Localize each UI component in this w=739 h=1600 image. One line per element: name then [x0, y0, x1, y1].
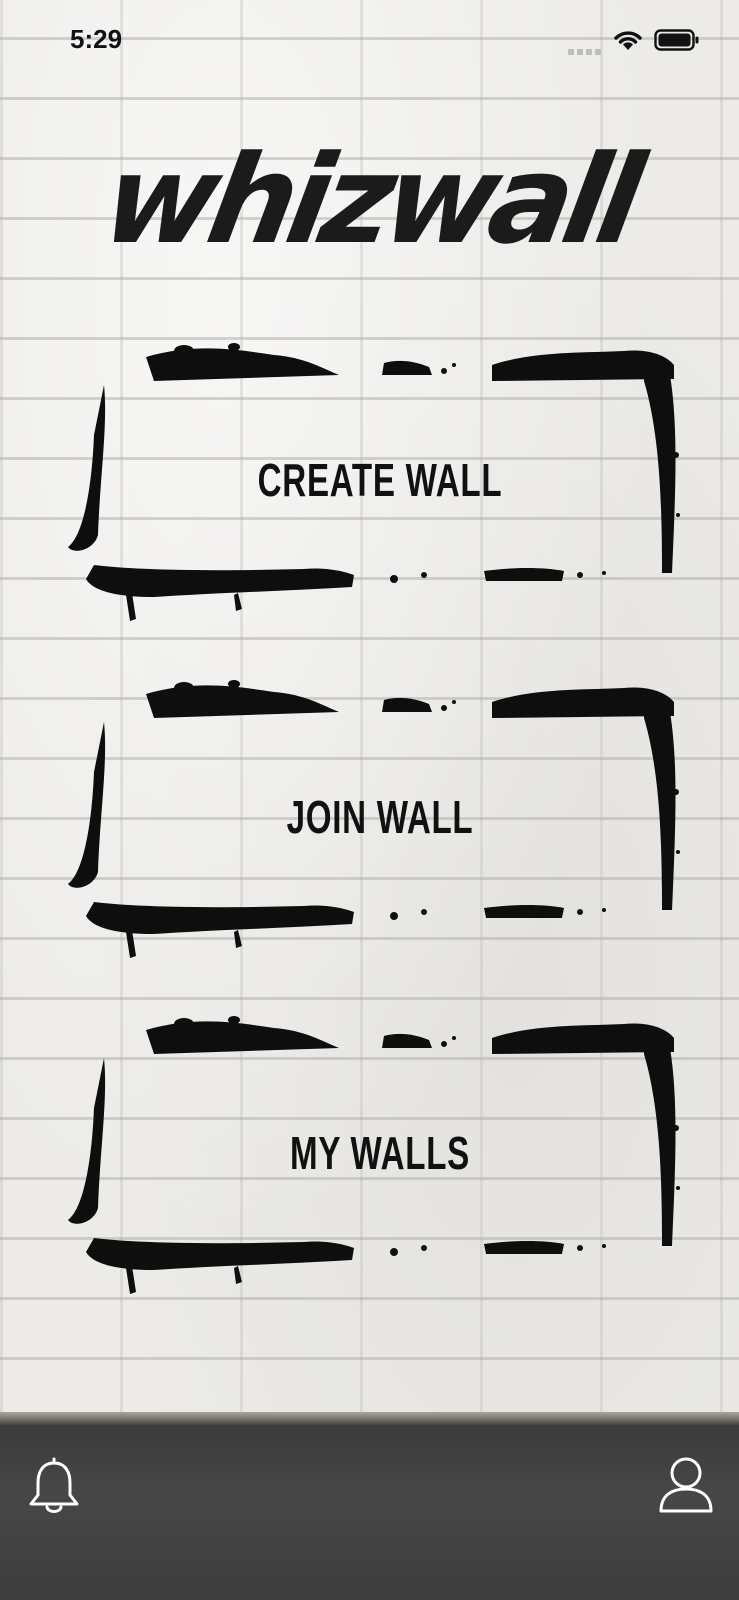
signal-icon	[568, 42, 604, 60]
status-time: 5:29	[70, 24, 123, 54]
profile-icon[interactable]	[658, 1455, 714, 1515]
battery-icon	[654, 29, 699, 51]
my-walls-button[interactable]: MY WALLS	[64, 1008, 696, 1298]
join-wall-label: JOIN WALL	[286, 791, 474, 843]
create-wall-label: CREATE WALL	[257, 454, 503, 506]
logo-text: whizwall	[93, 129, 647, 271]
join-wall-button[interactable]: JOIN WALL	[64, 672, 696, 962]
my-walls-label: MY WALLS	[290, 1127, 470, 1179]
bell-icon[interactable]	[26, 1455, 82, 1517]
wall-ledge	[0, 1412, 739, 1426]
create-wall-button[interactable]: CREATE WALL	[64, 335, 696, 625]
ground-bar	[0, 1426, 739, 1600]
app-logo: whizwall	[90, 129, 650, 271]
wifi-icon	[614, 31, 642, 50]
status-bar: 5:29	[0, 0, 739, 80]
